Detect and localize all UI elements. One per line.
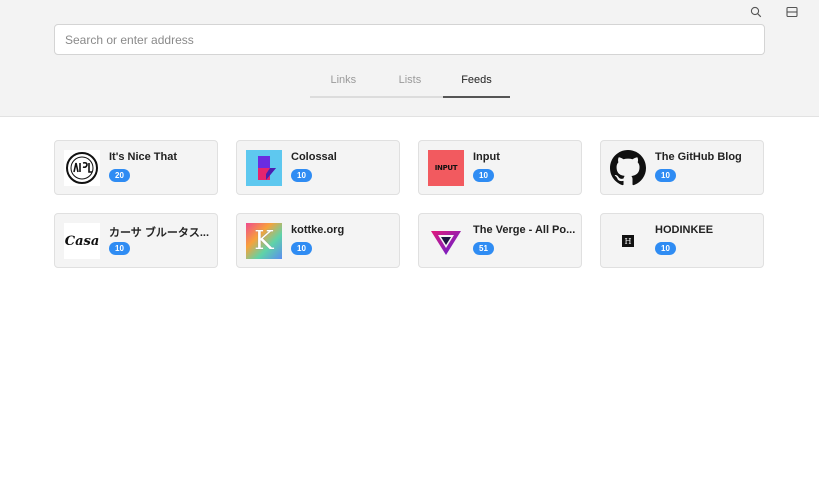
- feed-card-kottke[interactable]: K kottke.org 10: [236, 213, 400, 268]
- feed-card-the-verge[interactable]: The Verge - All Po... 51: [418, 213, 582, 268]
- unread-count-badge: 20: [109, 169, 130, 182]
- input-logo: INPUT: [428, 150, 464, 186]
- feed-card-github-blog[interactable]: The GitHub Blog 10: [600, 140, 764, 195]
- address-placeholder: Search or enter address: [65, 32, 194, 47]
- feed-card-casa-brutus[interactable]: Casa カーサ ブルータス... 10: [54, 213, 218, 268]
- feed-title: The Verge - All Po...: [473, 224, 576, 236]
- feed-title: It's Nice That: [109, 151, 178, 163]
- hodinkee-logo: H: [610, 223, 646, 259]
- nice-that-logo: [64, 150, 100, 186]
- feeds-grid: It's Nice That 20 Colossal 10 INPUT Inpu…: [54, 140, 764, 268]
- unread-count-badge: 51: [473, 242, 494, 255]
- feed-card-colossal[interactable]: Colossal 10: [236, 140, 400, 195]
- github-logo: [610, 150, 646, 186]
- feed-title: Input: [473, 151, 500, 163]
- kottke-logo: K: [246, 223, 282, 259]
- feed-title: The GitHub Blog: [655, 151, 742, 163]
- search-icon[interactable]: [748, 4, 764, 20]
- view-tabs: Links Lists Feeds: [310, 72, 510, 98]
- feed-title: kottke.org: [291, 224, 345, 236]
- feed-title: カーサ ブルータス...: [109, 227, 210, 239]
- tab-feeds[interactable]: Feeds: [443, 72, 510, 98]
- feed-card-input[interactable]: INPUT Input 10: [418, 140, 582, 195]
- hodinkee-logo-letter: H: [624, 236, 632, 246]
- casa-logo: Casa: [64, 223, 100, 259]
- unread-count-badge: 10: [291, 169, 312, 182]
- input-logo-text: INPUT: [434, 164, 458, 172]
- unread-count-badge: 10: [291, 242, 312, 255]
- unread-count-badge: 10: [473, 169, 494, 182]
- header-area: Search or enter address Links Lists Feed…: [0, 0, 819, 117]
- address-bar[interactable]: Search or enter address: [54, 24, 765, 55]
- unread-count-badge: 10: [655, 169, 676, 182]
- tab-lists[interactable]: Lists: [377, 72, 444, 96]
- feed-title: HODINKEE: [655, 224, 714, 236]
- verge-logo: [428, 223, 464, 259]
- sidebar-panel-icon[interactable]: [784, 4, 800, 20]
- kottke-logo-letter: K: [254, 226, 274, 256]
- colossal-logo: [246, 150, 282, 186]
- casa-logo-text: Casa: [64, 233, 100, 249]
- unread-count-badge: 10: [655, 242, 676, 255]
- feed-card-hodinkee[interactable]: H HODINKEE 10: [600, 213, 764, 268]
- feed-title: Colossal: [291, 151, 337, 163]
- unread-count-badge: 10: [109, 242, 130, 255]
- feed-card-its-nice-that[interactable]: It's Nice That 20: [54, 140, 218, 195]
- tab-links[interactable]: Links: [310, 72, 377, 96]
